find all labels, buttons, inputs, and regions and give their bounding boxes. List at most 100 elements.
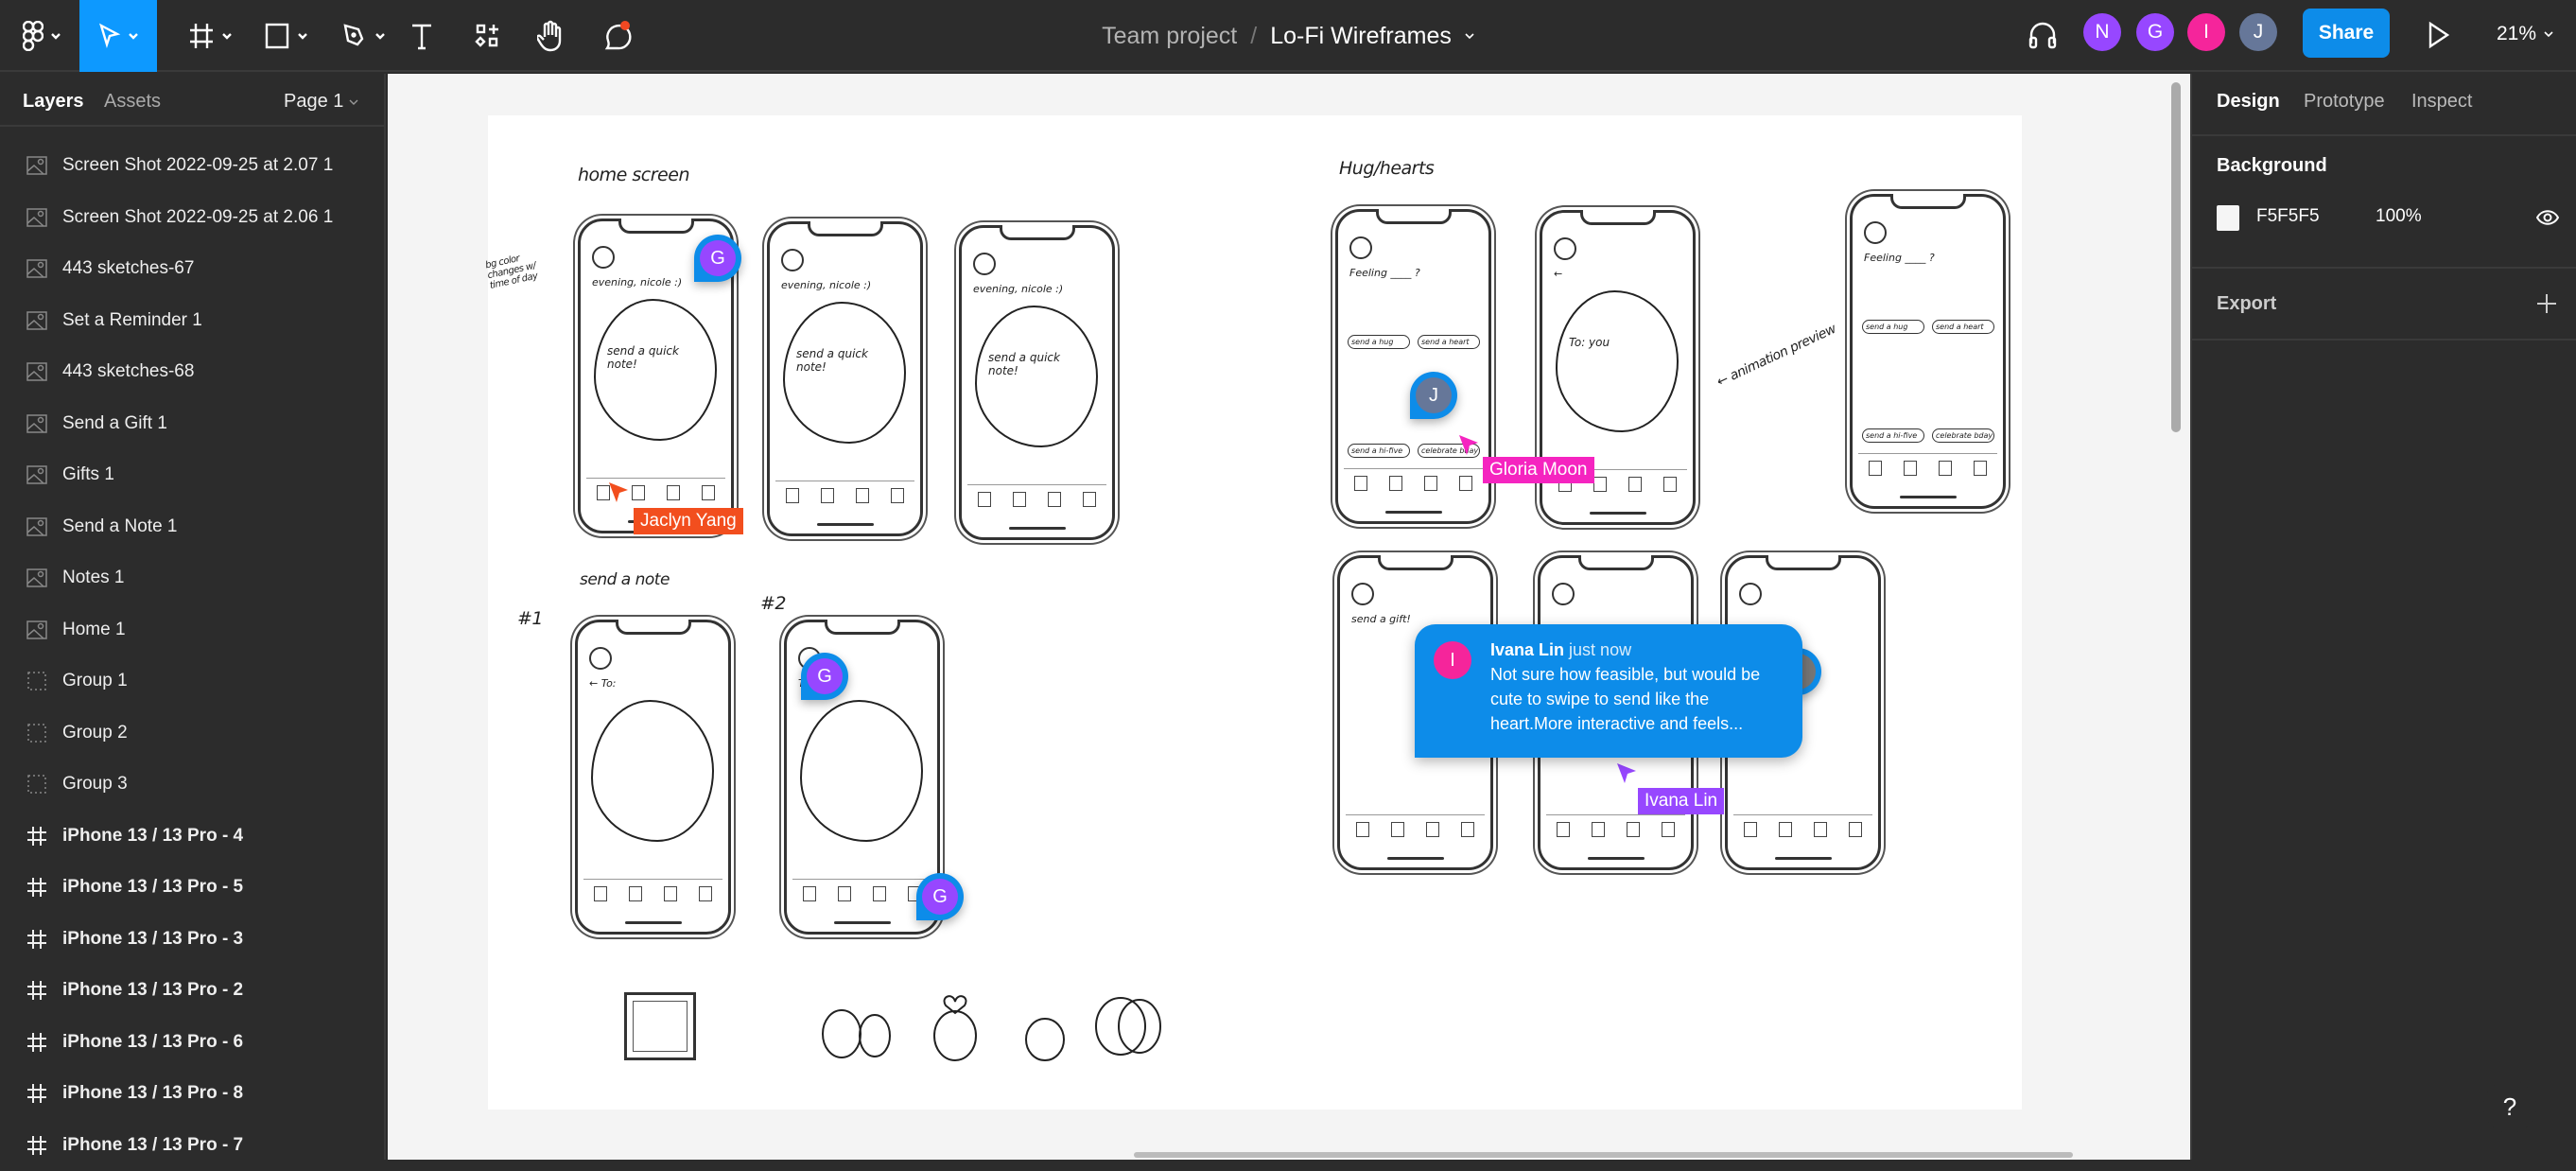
phone-notch — [1580, 210, 1656, 225]
tab-inspect[interactable]: Inspect — [2411, 91, 2472, 113]
bottom-nav-sketch — [1546, 814, 1685, 843]
layer-item[interactable]: iPhone 13 / 13 Pro - 5 — [0, 862, 384, 913]
collaborator-pin[interactable]: G — [694, 235, 741, 282]
collaborator-avatar[interactable]: I — [2187, 13, 2225, 51]
chevron-down-icon[interactable] — [1465, 31, 1474, 41]
layer-item[interactable]: iPhone 13 / 13 Pro - 3 — [0, 914, 384, 965]
horizontal-scrollbar[interactable] — [1134, 1152, 2073, 1158]
tab-design[interactable]: Design — [2217, 91, 2280, 113]
play-present-icon[interactable] — [2427, 21, 2451, 49]
background-opacity-input[interactable]: 100% — [2376, 206, 2422, 227]
tab-layers[interactable]: Layers — [23, 91, 84, 113]
page-selector[interactable]: Page 1 — [284, 91, 358, 113]
text-tool[interactable] — [405, 0, 439, 72]
blob-text: send a quick note! — [607, 344, 679, 371]
character-sketches — [822, 995, 1161, 1061]
phone-wireframe[interactable]: Feeling ____ ? send a hug send a heart send… — [1335, 209, 1491, 524]
label-number-2: #2 — [760, 593, 787, 614]
collaborator-pin[interactable]: G — [801, 653, 848, 700]
hug-tab-icon — [838, 885, 852, 901]
comment-text: Not sure how feasible, but would be cute… — [1490, 665, 1761, 733]
help-button[interactable]: ? — [2483, 1080, 2536, 1133]
layer-item[interactable]: Group 2 — [0, 708, 384, 759]
avatar-initial: N — [2095, 21, 2110, 43]
layer-item[interactable]: Set a Reminder 1 — [0, 295, 384, 346]
image-layer-icon — [26, 413, 47, 433]
headphones-audio-icon[interactable] — [2027, 19, 2059, 51]
image-layer-icon — [26, 259, 47, 278]
add-export-plus-icon[interactable] — [2536, 293, 2557, 314]
gift-tab-icon — [872, 885, 886, 901]
phone-wireframe[interactable]: evening, nicole :) send a quick note! — [767, 221, 923, 536]
collaborator-avatar[interactable]: G — [2136, 13, 2174, 51]
layer-label: Set a Reminder 1 — [62, 309, 202, 330]
collaborator-pin[interactable]: G — [916, 873, 964, 920]
layer-item[interactable]: iPhone 13 / 13 Pro - 6 — [0, 1017, 384, 1068]
comment-body: Ivana Lin just now Not sure how feasible… — [1490, 638, 1793, 736]
project-name[interactable]: Team project — [1102, 23, 1237, 50]
layer-label: Group 3 — [62, 774, 128, 794]
collaborator-avatar[interactable]: J — [2239, 13, 2277, 51]
frame-tool[interactable] — [176, 0, 244, 72]
layer-item[interactable]: Send a Gift 1 — [0, 398, 384, 449]
label-hug-hearts: Hug/hearts — [1339, 158, 1435, 179]
move-tool[interactable] — [79, 0, 157, 72]
layer-item[interactable]: Screen Shot 2022-09-25 at 2.07 1 — [0, 140, 384, 191]
layer-item[interactable]: Notes 1 — [0, 552, 384, 603]
layer-item[interactable]: iPhone 13 / 13 Pro - 4 — [0, 811, 384, 862]
tab-prototype[interactable]: Prototype — [2304, 91, 2385, 113]
resources-tool[interactable] — [469, 0, 507, 72]
layer-item[interactable]: 443 sketches-67 — [0, 243, 384, 294]
canvas[interactable]: evening, nicole :) send a quick note! even… — [388, 74, 2190, 1160]
layer-item[interactable]: iPhone 13 / 13 Pro - 7 — [0, 1120, 384, 1171]
rectangle-icon — [265, 23, 289, 49]
collaborator-avatar[interactable]: N — [2083, 13, 2121, 51]
layer-item[interactable]: Home 1 — [0, 604, 384, 655]
bottom-nav-sketch — [1346, 814, 1485, 843]
share-button[interactable]: Share — [2303, 9, 2390, 58]
toolbar: Team project / Lo-Fi Wireframes N G I J … — [0, 0, 2576, 72]
layer-item[interactable]: iPhone 13 / 13 Pro - 2 — [0, 965, 384, 1016]
layer-item[interactable]: 443 sketches-68 — [0, 346, 384, 397]
zoom-dropdown[interactable]: 21% — [2497, 23, 2553, 45]
group-layer-icon — [27, 775, 46, 794]
hug-tab-icon — [821, 487, 835, 503]
profile-avatar-sketch — [1351, 583, 1374, 605]
layer-label: iPhone 13 / 13 Pro - 7 — [62, 1134, 244, 1155]
layer-item[interactable]: Group 3 — [0, 759, 384, 810]
gift-tab-icon — [1047, 491, 1061, 507]
vertical-scrollbar[interactable] — [2171, 82, 2181, 432]
hug-tab-icon — [1592, 821, 1606, 837]
main-menu-button[interactable] — [13, 0, 70, 72]
phone-wireframe[interactable]: Feeling ____ ? send a hug send a heart send… — [1850, 194, 2006, 509]
action-chip: send a hug — [1862, 320, 1924, 334]
background-color-swatch[interactable] — [2217, 205, 2239, 231]
hug-tab-icon — [1391, 821, 1405, 837]
tab-assets[interactable]: Assets — [104, 91, 161, 113]
comment-popup[interactable]: I Ivana Lin just now Not sure how feasib… — [1415, 624, 1802, 758]
home-indicator — [1900, 496, 1957, 498]
layers-panel: Layers Assets Page 1 Screen Shot 2022-09… — [0, 74, 386, 1160]
layer-item[interactable]: Screen Shot 2022-09-25 at 2.06 1 — [0, 192, 384, 243]
phone-wireframe[interactable]: evening, nicole :) send a quick note! — [959, 225, 1115, 540]
layer-item[interactable]: Gifts 1 — [0, 449, 384, 500]
layer-item[interactable]: iPhone 13 / 13 Pro - 8 — [0, 1068, 384, 1119]
layer-item[interactable]: Send a Note 1 — [0, 501, 384, 552]
shape-tool[interactable] — [252, 0, 320, 72]
layer-item[interactable]: Group 1 — [0, 655, 384, 707]
pen-tool[interactable] — [329, 0, 397, 72]
hand-tool[interactable] — [531, 0, 569, 72]
action-chip: send a heart — [1932, 320, 1994, 334]
comment-tool[interactable] — [596, 0, 639, 72]
phone-heading: evening, nicole :) — [973, 283, 1064, 295]
comment-author: Ivana Lin — [1490, 640, 1565, 659]
background-hex-input[interactable]: F5F5F5 — [2256, 206, 2320, 227]
eye-visibility-icon[interactable] — [2536, 208, 2559, 227]
chevron-down-icon — [375, 33, 385, 40]
collaborator-pin[interactable]: J — [1410, 372, 1457, 419]
file-name[interactable]: Lo-Fi Wireframes — [1270, 23, 1452, 50]
phone-wireframe[interactable]: ← To: — [575, 620, 731, 935]
home-indicator — [1588, 857, 1645, 860]
home-indicator — [625, 921, 682, 924]
cursor-arrow-icon — [99, 23, 121, 48]
